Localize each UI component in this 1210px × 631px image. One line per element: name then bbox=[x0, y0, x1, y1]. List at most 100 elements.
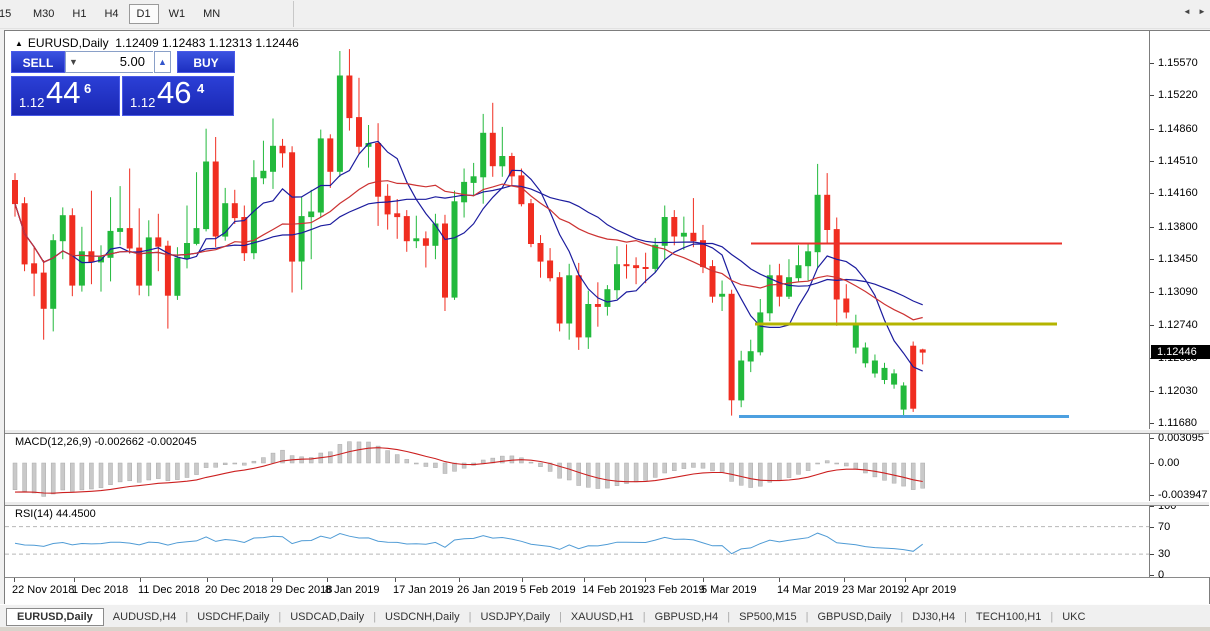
timeframe-toolbar: 15M30H1H4D1W1MN bbox=[0, 0, 1210, 29]
chart-tab-UKC[interactable]: UKC bbox=[1053, 608, 1094, 626]
axis-tick-label: 1.15570 bbox=[1158, 57, 1198, 69]
date-tick-mark bbox=[140, 578, 141, 582]
date-tick-mark bbox=[779, 578, 780, 582]
pane-splitter[interactable] bbox=[5, 501, 1209, 506]
axis-tick-label: 0.00 bbox=[1158, 457, 1179, 469]
date-tick-mark bbox=[327, 578, 328, 582]
chart-tab-GBPUSD-Daily[interactable]: GBPUSD,Daily bbox=[808, 608, 900, 626]
axis-tick-mark bbox=[1150, 554, 1154, 555]
axis-tick-mark bbox=[1150, 63, 1154, 64]
date-tick-mark bbox=[522, 578, 523, 582]
volume-input[interactable]: 5.00 bbox=[81, 51, 153, 73]
date-axis[interactable]: 22 Nov 20181 Dec 201811 Dec 201820 Dec 2… bbox=[5, 577, 1209, 604]
date-tick-mark bbox=[844, 578, 845, 582]
chart-ohlc-values: 1.12409 1.12483 1.12313 1.12446 bbox=[115, 36, 299, 50]
date-tick-mark bbox=[645, 578, 646, 582]
chart-tab-EURUSD-Daily[interactable]: EURUSD,Daily bbox=[6, 608, 104, 626]
chart-tab-USDJPY-Daily[interactable]: USDJPY,Daily bbox=[471, 608, 559, 626]
axis-tick-label: 1.13090 bbox=[1158, 286, 1198, 298]
axis-tick-label: 1.15220 bbox=[1158, 89, 1198, 101]
tab-scroll-right-icon[interactable]: ► bbox=[1198, 7, 1206, 16]
date-tick-label: 2 Apr 2019 bbox=[903, 584, 956, 596]
axis-tick-label: 1.13450 bbox=[1158, 253, 1198, 265]
axis-tick-label: 0 bbox=[1158, 569, 1164, 581]
macd-histogram bbox=[13, 442, 925, 497]
date-tick-mark bbox=[703, 578, 704, 582]
date-tick-label: 11 Dec 2018 bbox=[138, 584, 200, 596]
date-tick-label: 14 Mar 2019 bbox=[777, 584, 839, 596]
date-tick-label: 17 Jan 2019 bbox=[393, 584, 454, 596]
axis-tick-mark bbox=[1150, 506, 1154, 507]
bid-prefix: 1.12 bbox=[19, 95, 44, 110]
date-tick-label: 5 Mar 2019 bbox=[701, 584, 757, 596]
chart-tab-USDCAD-Daily[interactable]: USDCAD,Daily bbox=[281, 608, 373, 626]
chart-tab-XAUUSD-H1[interactable]: XAUUSD,H1 bbox=[562, 608, 643, 626]
axis-tick-mark bbox=[1150, 463, 1154, 464]
date-tick-mark bbox=[14, 578, 15, 582]
axis-tick-mark bbox=[1150, 575, 1154, 576]
chart-title: ▲ EURUSD,Daily 1.12409 1.12483 1.12313 1.… bbox=[15, 36, 299, 50]
date-tick-mark bbox=[459, 578, 460, 582]
axis-tick-label: 1.14510 bbox=[1158, 155, 1198, 167]
chart-tab-USDCHF-Daily[interactable]: USDCHF,Daily bbox=[188, 608, 278, 626]
chart-tab-SP500-M15[interactable]: SP500,M15 bbox=[730, 608, 805, 626]
chart-tab-AUDUSD-H4[interactable]: AUDUSD,H4 bbox=[104, 608, 186, 626]
rsi-line bbox=[15, 533, 923, 554]
axis-tick-label: 1.11680 bbox=[1158, 417, 1197, 429]
axis-tick-label: 30 bbox=[1158, 548, 1170, 560]
axis-tick-mark bbox=[1150, 438, 1154, 439]
volume-increase-button[interactable]: ▲ bbox=[154, 51, 171, 73]
date-tick-label: 23 Feb 2019 bbox=[643, 584, 705, 596]
date-tick-label: 5 Feb 2019 bbox=[520, 584, 576, 596]
date-tick-label: 20 Dec 2018 bbox=[205, 584, 267, 596]
axis-tick-label: 1.12740 bbox=[1158, 319, 1198, 331]
axis-tick-mark bbox=[1150, 259, 1154, 260]
rsi-indicator-label: RSI(14) 44.4500 bbox=[15, 508, 96, 520]
axis-tick-label: 1.14160 bbox=[1158, 187, 1198, 199]
price-axis[interactable]: 1.155701.152201.148601.145101.141601.138… bbox=[1149, 31, 1210, 577]
date-tick-mark bbox=[905, 578, 906, 582]
axis-tick-label: 1.12030 bbox=[1158, 385, 1198, 397]
rsi-pane[interactable] bbox=[5, 504, 1149, 577]
timeframe-button-MN[interactable]: MN bbox=[195, 4, 228, 24]
mt4-terminal: { "toolbar": { "timeframes": [ {"label":… bbox=[0, 0, 1210, 631]
pane-splitter[interactable] bbox=[5, 429, 1209, 434]
bid-big-digits: 44 bbox=[46, 75, 80, 111]
chart-tab-bar: EURUSD,DailyAUDUSD,H4|USDCHF,Daily|USDCA… bbox=[0, 604, 1210, 628]
collapse-icon[interactable]: ▲ bbox=[15, 39, 23, 48]
chart-tab-DJ30-H4[interactable]: DJ30,H4 bbox=[903, 608, 964, 626]
volume-decrease-button[interactable]: ▼ bbox=[65, 51, 82, 73]
timeframe-button-H4[interactable]: H4 bbox=[96, 4, 126, 24]
date-tick-mark bbox=[395, 578, 396, 582]
axis-tick-mark bbox=[1150, 423, 1154, 424]
axis-tick-mark bbox=[1150, 95, 1154, 96]
ask-pip-digit: 4 bbox=[197, 81, 204, 96]
date-tick-label: 8 Jan 2019 bbox=[325, 584, 379, 596]
chart-tab-TECH100-H1[interactable]: TECH100,H1 bbox=[967, 608, 1050, 626]
timeframe-button-W1[interactable]: W1 bbox=[161, 4, 194, 24]
chart-tab-USDCNH-Daily[interactable]: USDCNH,Daily bbox=[376, 608, 469, 626]
axis-tick-mark bbox=[1150, 391, 1154, 392]
chart-window: ▲ EURUSD,Daily 1.12409 1.12483 1.12313 1.… bbox=[4, 30, 1210, 605]
date-tick-mark bbox=[74, 578, 75, 582]
timeframe-button-H1[interactable]: H1 bbox=[64, 4, 94, 24]
axis-tick-label: 70 bbox=[1158, 521, 1170, 533]
tab-scroll-left-icon[interactable]: ◄ bbox=[1183, 7, 1191, 16]
date-tick-label: 29 Dec 2018 bbox=[270, 584, 332, 596]
ask-quote-button[interactable]: 1.12 46 4 bbox=[122, 76, 234, 116]
axis-tick-mark bbox=[1150, 227, 1154, 228]
timeframe-button-M30[interactable]: M30 bbox=[25, 4, 62, 24]
sell-button[interactable]: SELL bbox=[11, 51, 65, 73]
axis-tick-label: 1.14860 bbox=[1158, 123, 1198, 135]
chart-tab-GBPUSD-H4[interactable]: GBPUSD,H4 bbox=[646, 608, 728, 626]
chart-symbol-period: EURUSD,Daily bbox=[28, 36, 109, 50]
axis-tick-mark bbox=[1150, 129, 1154, 130]
timeframe-button-D1[interactable]: D1 bbox=[129, 4, 159, 24]
buy-button[interactable]: BUY bbox=[177, 51, 235, 73]
axis-tick-mark bbox=[1150, 325, 1154, 326]
bid-quote-button[interactable]: 1.12 44 6 bbox=[11, 76, 120, 116]
date-tick-mark bbox=[584, 578, 585, 582]
bid-pip-digit: 6 bbox=[84, 81, 91, 96]
macd-signal-line bbox=[15, 448, 923, 494]
timeframe-button-15[interactable]: 15 bbox=[0, 4, 23, 24]
